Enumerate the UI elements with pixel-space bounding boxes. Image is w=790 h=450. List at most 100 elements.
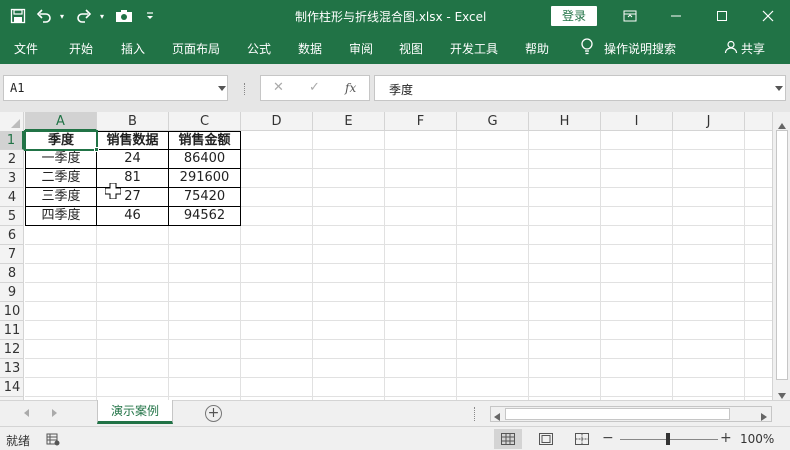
zoom-level[interactable]: 100% (740, 432, 774, 446)
row-header-14[interactable]: 14 (0, 378, 24, 397)
column-header-f[interactable]: F (385, 112, 457, 131)
lightbulb-icon[interactable] (580, 38, 594, 59)
horizontal-scrollbar[interactable] (490, 406, 772, 422)
undo-icon[interactable] (34, 6, 54, 26)
tab-insert[interactable]: 插入 (121, 40, 145, 57)
row-header-3[interactable]: 3 (0, 169, 24, 188)
camera-icon[interactable] (114, 6, 134, 26)
cell-b5[interactable]: 46 (97, 207, 169, 226)
save-icon[interactable] (8, 6, 28, 26)
share-user-icon[interactable] (724, 40, 738, 57)
row-header-5[interactable]: 5 (0, 207, 24, 226)
tell-me-search[interactable]: 操作说明搜索 (604, 40, 676, 57)
status-bar: 就绪 − + 100% (0, 426, 790, 450)
cell-a3[interactable]: 二季度 (25, 169, 97, 188)
row-header-8[interactable]: 8 (0, 264, 24, 283)
cell-c3[interactable]: 291600 (169, 169, 241, 188)
tab-split-grip[interactable] (474, 407, 478, 421)
column-header-b[interactable]: B (97, 112, 169, 131)
row-header-11[interactable]: 11 (0, 321, 24, 340)
add-sheet-button[interactable]: + (205, 405, 222, 422)
expand-formula-bar-icon[interactable] (775, 86, 783, 91)
cell-a5[interactable]: 四季度 (25, 207, 97, 226)
maximize-icon[interactable] (702, 0, 742, 32)
column-header-h[interactable]: H (529, 112, 601, 131)
macro-record-icon[interactable] (46, 432, 60, 449)
row-header-13[interactable]: 13 (0, 359, 24, 378)
enter-entry-icon[interactable]: ✓ (309, 80, 320, 95)
column-header-d[interactable]: D (241, 112, 313, 131)
row-header-2[interactable]: 2 (0, 150, 24, 169)
row-header-7[interactable]: 7 (0, 245, 24, 264)
login-button[interactable]: 登录 (551, 6, 597, 26)
zoom-slider-knob[interactable] (666, 433, 670, 445)
name-box[interactable]: A1 (3, 75, 228, 101)
cell-b1[interactable]: 销售数据 (97, 131, 169, 150)
customize-icon[interactable] (140, 6, 160, 26)
minimize-icon[interactable] (656, 0, 696, 32)
redo-icon[interactable] (74, 6, 94, 26)
row-header-4[interactable]: 4 (0, 188, 24, 207)
cell-c4[interactable]: 75420 (169, 188, 241, 207)
tab-view[interactable]: 视图 (399, 40, 423, 57)
vertical-scroll-thumb[interactable] (776, 130, 788, 380)
prev-sheet-icon[interactable] (24, 409, 29, 417)
share-button[interactable]: 共享 (741, 40, 765, 57)
vertical-scrollbar[interactable] (772, 112, 790, 400)
formula-bar-grip[interactable] (244, 83, 246, 95)
row-header-12[interactable]: 12 (0, 340, 24, 359)
tab-page-layout[interactable]: 页面布局 (172, 40, 220, 57)
row-header-9[interactable]: 9 (0, 283, 24, 302)
column-headers: A B C D E F G H I J (0, 112, 772, 131)
name-box-dropdown-icon[interactable] (218, 86, 226, 91)
tab-home[interactable]: 开始 (69, 40, 93, 57)
cell-c1[interactable]: 销售金额 (169, 131, 241, 150)
page-break-view-icon[interactable] (568, 429, 596, 449)
zoom-out-button[interactable]: − (602, 430, 614, 446)
insert-function-button[interactable]: fx (345, 81, 356, 95)
cell-c2[interactable]: 86400 (169, 150, 241, 169)
window-title: 制作柱形与折线混合图.xlsx - Excel (295, 10, 487, 24)
ribbon-display-options-icon[interactable] (610, 0, 650, 32)
page-layout-view-icon[interactable] (532, 429, 560, 449)
normal-view-icon[interactable] (494, 429, 522, 449)
close-icon[interactable] (748, 0, 788, 32)
tab-review[interactable]: 审阅 (349, 40, 373, 57)
column-header-j[interactable]: J (673, 112, 745, 131)
sheet-tab-active[interactable]: 演示案例 (97, 400, 173, 424)
row-header-6[interactable]: 6 (0, 226, 24, 245)
next-sheet-icon[interactable] (52, 409, 57, 417)
column-header-c[interactable]: C (169, 112, 241, 131)
formula-buttons: ✕ ✓ fx (260, 75, 370, 101)
select-all-button[interactable] (0, 112, 24, 131)
active-cell-outline (24, 130, 98, 151)
column-header-e[interactable]: E (313, 112, 385, 131)
tab-file[interactable]: 文件 (14, 40, 38, 57)
row-header-1[interactable]: 1 (0, 131, 24, 150)
status-ready: 就绪 (6, 434, 31, 448)
cell-a2[interactable]: 一季度 (25, 150, 97, 169)
worksheet-grid[interactable]: A B C D E F G H I J 1 2 3 4 5 6 7 8 9 10… (0, 112, 772, 400)
tab-data[interactable]: 数据 (298, 40, 322, 57)
redo-dropdown-icon[interactable]: ▾ (100, 12, 108, 21)
scroll-left-icon[interactable] (494, 410, 500, 424)
cell-area[interactable]: 季度 销售数据 销售金额 一季度 24 86400 二季度 81 291600 … (25, 131, 772, 400)
cell-c5[interactable]: 94562 (169, 207, 241, 226)
column-header-g[interactable]: G (457, 112, 529, 131)
column-header-a[interactable]: A (25, 112, 97, 131)
row-headers: 1 2 3 4 5 6 7 8 9 10 11 12 13 14 (0, 131, 24, 400)
zoom-in-button[interactable]: + (720, 430, 732, 446)
tab-help[interactable]: 帮助 (525, 40, 549, 57)
column-header-i[interactable]: I (601, 112, 673, 131)
row-header-10[interactable]: 10 (0, 302, 24, 321)
fill-handle[interactable] (94, 147, 99, 152)
tab-formulas[interactable]: 公式 (247, 40, 271, 57)
horizontal-scroll-thumb[interactable] (505, 408, 730, 420)
cell-b2[interactable]: 24 (97, 150, 169, 169)
cell-a4[interactable]: 三季度 (25, 188, 97, 207)
scroll-right-icon[interactable] (761, 410, 767, 424)
tab-developer[interactable]: 开发工具 (450, 40, 498, 57)
undo-dropdown-icon[interactable]: ▾ (60, 12, 68, 21)
formula-input[interactable]: 季度 (374, 75, 786, 101)
cancel-entry-icon[interactable]: ✕ (273, 80, 284, 95)
